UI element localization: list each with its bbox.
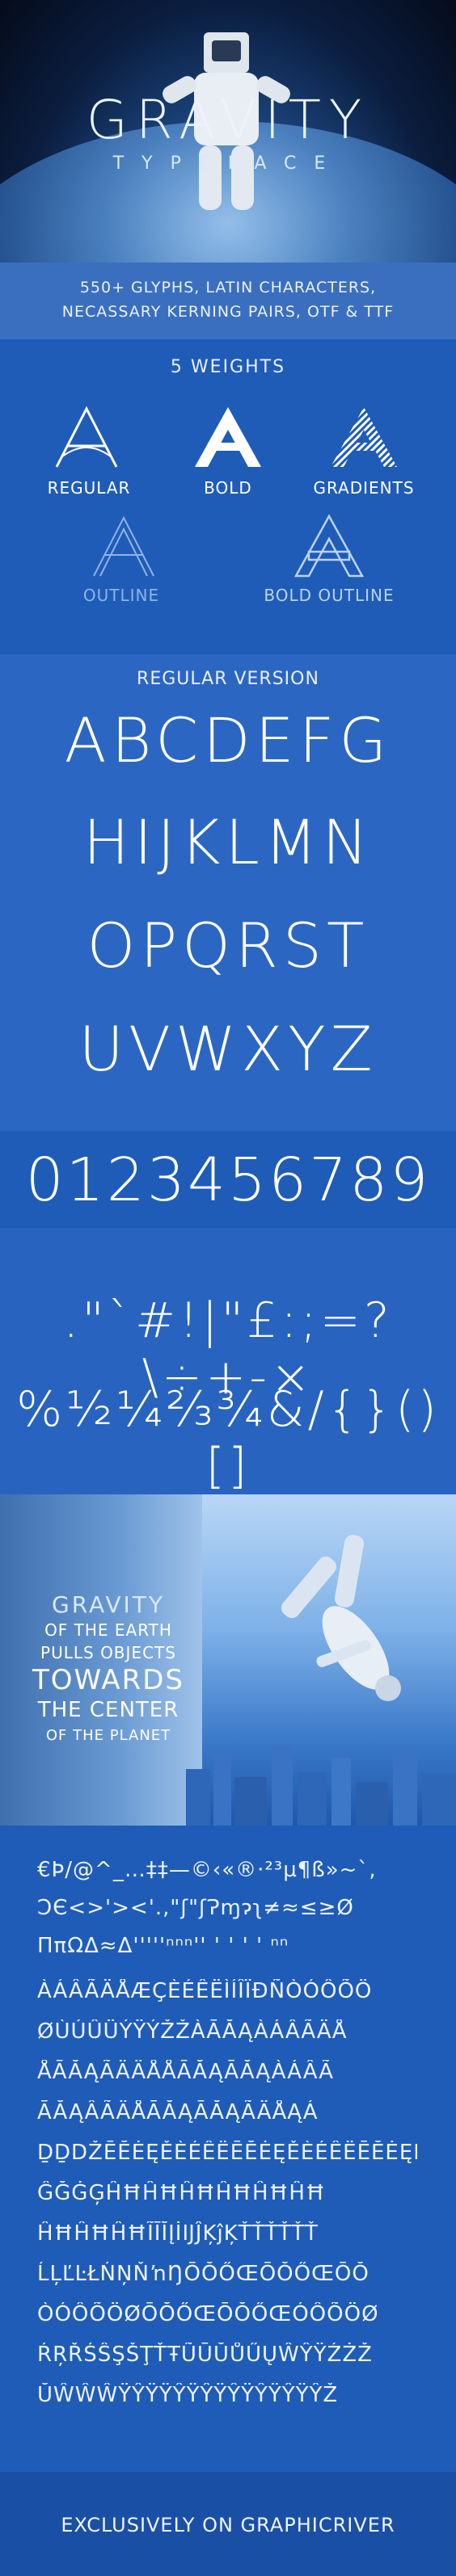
weights-heading: 5 WEIGHTS: [170, 357, 286, 377]
punctuation-section: ."`#!|"£:;=?\÷+-× %½¼⅔¾&/{}()[]: [0, 1228, 456, 1494]
gradients-weight-sample: [331, 407, 397, 467]
numbers-section: 0123456789: [0, 1131, 456, 1228]
weight-label-regular: REGULAR: [47, 478, 131, 498]
glyph-row-10: ĤĦĤĦĤĦĨĪĬĮİĲĴĶĵĶŤŤŤŤŤŤ: [37, 2221, 319, 2246]
weight-label-bold: BOLD: [204, 478, 252, 498]
weight-label-gradients: GRADIENTS: [313, 478, 415, 498]
glyph-row-11: ĹĻĽĿŁŃŅŇŉŊŌŎŐŒŌŎŐŒŌŎ: [37, 2262, 369, 2286]
quote-line-2: OF THE EARTH: [44, 1620, 172, 1640]
glyph-row-5: ØÙÚÛÜÝŸÝŽŽÀĀĂĄÀÁÂÃÄÅ: [37, 2019, 348, 2044]
glyph-row-9: ĜĞĠĢĤĦĤĦĤĦĤĦĤĦĤĦ: [37, 2181, 326, 2205]
footer: EXCLUSIVELY ON GRAPHICRIVER: [0, 2472, 456, 2576]
features-line-1: 550+ GLYPHS, LATIN CHARACTERS,: [79, 279, 377, 296]
glyph-row-14: ŬŴŴŴŸŶŸŸŶŸŶŸŶŸŶŸŶŸŶŽ: [37, 2383, 339, 2407]
quote-line-6: OF THE PLANET: [45, 1727, 171, 1744]
features-line-2: NECASSARY KERNING PAIRS, OTF & TTF: [61, 303, 395, 321]
digits-row: 0123456789: [25, 1145, 431, 1215]
glyph-row-13: ŔŖŘŚŜŞŠŢŤŦŨŪŬŮŰŲŴŶŸŹŻŽ: [37, 2343, 373, 2367]
features-band: 550+ GLYPHS, LATIN CHARACTERS, NECASSARY…: [0, 263, 456, 339]
city-skyline-image: [186, 1745, 456, 1826]
punctuation-row-2: %½¼⅔¾&/{}()[]: [16, 1381, 440, 1494]
bold-weight-sample: [195, 407, 261, 467]
quote-line-4: TOWARDS: [32, 1664, 184, 1696]
weights-section: 5 WEIGHTS REGULAR BOLD GRADIENTS OUTLINE…: [0, 339, 456, 654]
glyph-row-12: ÒÓÔÕÖØŌŎŐŒŌŎŐŒÓÔÕÖØ: [37, 2302, 379, 2326]
glyph-row-4: ÀÁÂÃÄÅÆÇÈÉÊËÌÍÎÏÐÑÒÓÔÕÖ: [37, 1979, 373, 2003]
hero-banner: GRAVITY TYPEFACE: [0, 0, 456, 263]
bold-outline-weight-sample: [293, 514, 365, 578]
regular-weight-sample: [55, 406, 118, 468]
glyph-row-2: ƆЄ<>'><'.,"ʃ"ʃɁɱɂʅ≠≈≤≥Ø: [37, 1896, 354, 1920]
falling-man-image: [281, 1535, 401, 1701]
alphabet-row-4: UVWXYZ: [78, 1013, 378, 1085]
quote-line-1: GRAVITY: [52, 1591, 165, 1618]
glyph-row-3: ΠπΩΔ≈Δ'''''ⁿⁿⁿ'' ' ' ' ' ⁿⁿ: [37, 1934, 289, 1958]
alphabet-row-1: ABCDEFG: [64, 704, 392, 776]
regular-version-section: REGULAR VERSION ABCDEFG HIJKLMN OPQRST U…: [0, 654, 456, 1131]
glyph-row-7: ĀĂĄÂÃÄÅĀĂĄĀĂĄÃÄÅĄÁ: [37, 2100, 319, 2124]
regular-heading: REGULAR VERSION: [137, 669, 319, 689]
footer-text: EXCLUSIVELY ON GRAPHICRIVER: [61, 2514, 395, 2536]
hero-title: GRAVITY: [86, 89, 370, 151]
weight-label-outline: OUTLINE: [82, 586, 160, 605]
gravity-photo-section: GRAVITY OF THE EARTH PULLS OBJECTS TOWAR…: [0, 1494, 456, 1826]
glyphs-section: €Þ/@^_…‡‡—©‹«®·²³µ¶ß»~`, ƆЄ<>'><'.,"ʃ"ʃɁ…: [0, 1826, 456, 2472]
weight-label-bold-outline: BOLD OUTLINE: [264, 586, 395, 605]
glyph-row-6: ÅĀĂĄÃÄÄÅÅĀĂĄĀĂĄÀÁÂÃ: [37, 2060, 335, 2084]
alphabet-row-3: OPQRST: [87, 910, 369, 981]
hero-subtitle: TYPEFACE: [112, 153, 344, 174]
outline-weight-sample: [93, 515, 154, 577]
glyph-row-8: ḎḎDŽĒĔĖĘĚÈÉÊËĒĔĖĘĚÈÉÊËĒĔĖĘĚ: [37, 2141, 417, 2165]
glyph-row-1: €Þ/@^_…‡‡—©‹«®·²³µ¶ß»~`,: [37, 1858, 377, 1882]
quote-line-5: THE CENTER: [37, 1698, 179, 1722]
quote-line-3: PULLS OBJECTS: [40, 1643, 176, 1662]
alphabet-row-2: HIJKLMN: [82, 806, 374, 878]
